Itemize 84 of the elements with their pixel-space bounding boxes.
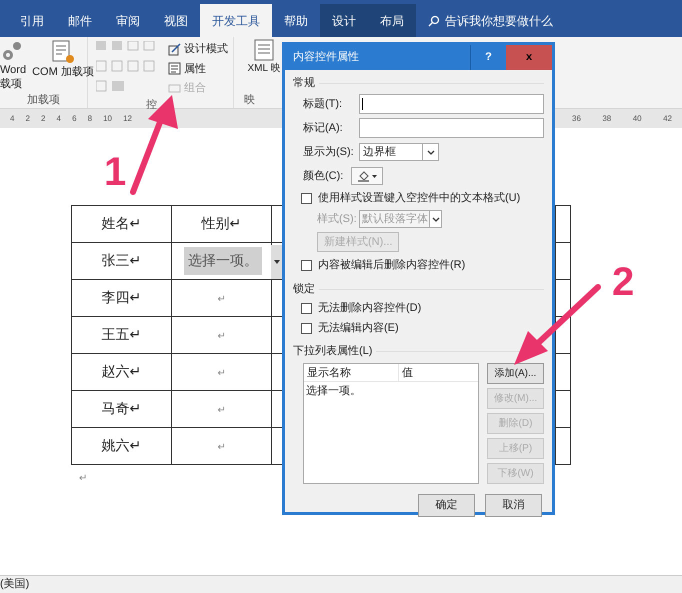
ribbon-tab[interactable]: 布局 [368, 4, 416, 37]
table-cell: 赵六↵ [72, 354, 172, 390]
dropdown-arrow-button[interactable] [271, 245, 282, 279]
checkbox[interactable] [301, 192, 312, 204]
language-status[interactable]: (美国) [0, 576, 30, 593]
ribbon-tab[interactable]: 设计 [320, 4, 368, 37]
table-cell: ↵ [218, 442, 226, 452]
ruler-number: 6 [72, 112, 77, 124]
table-cell: ↵ [218, 294, 226, 304]
list-action-button[interactable]: 添加(A)... [487, 363, 544, 384]
checkbox[interactable] [301, 322, 312, 334]
step-number: 2 [612, 262, 634, 302]
cancel-button[interactable]: 取消 [485, 494, 542, 517]
table-cell: 姚六↵ [72, 428, 172, 464]
properties-button[interactable]: 属性 [184, 60, 206, 77]
title-field[interactable] [359, 94, 544, 114]
ruler-number: 42 [663, 112, 672, 124]
dropdown-arrow-icon [372, 174, 376, 178]
field-label: 标记(A): [303, 120, 344, 136]
ok-button[interactable]: 确定 [418, 494, 475, 517]
ribbon-tab[interactable]: 审阅 [104, 4, 152, 37]
column-header: 显示名称 [304, 364, 399, 381]
word-addin-sublabel[interactable]: 载项 [0, 77, 22, 91]
ruler-number: 4 [10, 112, 14, 124]
table-cell: ↵ [218, 404, 226, 416]
section-heading: 下拉列表属性(L) [293, 344, 372, 359]
ruler-number: 8 [88, 112, 92, 124]
checkbox[interactable] [301, 302, 312, 314]
section-heading: 锁定 [293, 282, 315, 297]
checkbox-label: 使用样式设置键入空控件中的文本格式(U) [318, 190, 520, 206]
table-cell: 李四↵ [72, 280, 172, 316]
table-cell: 马奇↵ [72, 390, 172, 428]
ruler-number: 12 [123, 112, 132, 124]
table-cell: 王五↵ [72, 316, 172, 354]
table-cell: ↵ [218, 330, 226, 342]
table-cell: 性别↵ [202, 216, 242, 232]
ruler-number: 38 [602, 112, 612, 124]
ribbon-tab[interactable]: 视图 [152, 4, 200, 37]
ruler-number: 40 [632, 112, 642, 124]
dialog-title: 内容控件属性 [292, 50, 360, 66]
xml-mapping-button[interactable]: XML 映 [248, 61, 280, 76]
ruler-number: 2 [41, 112, 46, 124]
checkbox-label: 无法删除内容控件(D) [318, 300, 422, 316]
ribbon-tab[interactable]: 帮助 [272, 4, 320, 37]
group-label: 映 [243, 93, 256, 108]
search-icon [428, 14, 440, 26]
tag-field[interactable] [359, 118, 544, 138]
dropdown-arrow-icon [274, 260, 280, 264]
color-button[interactable] [351, 167, 383, 185]
paint-bucket-icon [358, 170, 368, 182]
field-label: 显示为(S): [303, 144, 355, 160]
properties-icon [168, 62, 181, 76]
list-item[interactable]: 选择一项。 [304, 382, 399, 400]
ruler-number: 2 [26, 112, 30, 124]
ruler-number: 10 [103, 112, 112, 124]
group-icon [168, 82, 181, 95]
table-cell: 姓名↵ [72, 206, 172, 242]
close-button[interactable]: x [506, 45, 552, 70]
field-label: 样式(S): [317, 212, 358, 227]
ribbon-tab[interactable]: 开发工具 [200, 4, 272, 37]
checkbox[interactable] [301, 260, 312, 270]
design-mode-button[interactable]: 设计模式 [184, 41, 228, 58]
tell-me-field[interactable]: 告诉我你想要做什么 [445, 12, 553, 30]
group-label: 加载项 [26, 93, 61, 108]
field-label: 标题(T): [303, 96, 344, 112]
design-mode-icon [168, 42, 181, 56]
column-header: 值 [401, 366, 413, 381]
content-control[interactable]: 选择一项。 [184, 247, 262, 275]
section-heading: 常规 [293, 76, 315, 91]
ruler-number: 36 [572, 112, 581, 124]
ribbon-tab[interactable]: 引用 [8, 4, 56, 37]
com-addin-button[interactable]: COM 加载项 [32, 65, 94, 79]
field-label: 颜色(C): [303, 168, 344, 184]
table-cell: ↵ [218, 368, 226, 378]
group-label: 控 [145, 98, 158, 112]
ribbon-tab[interactable]: 邮件 [56, 4, 104, 37]
table-cell: 张三↵ [72, 242, 172, 280]
word-addin-label[interactable]: Word [0, 63, 26, 77]
checkbox-label: 无法编辑内容(E) [318, 320, 399, 336]
checkbox-label: 内容被编辑后删除内容控件(R) [318, 258, 466, 273]
step-number: 1 [104, 152, 126, 192]
arrow-icon [130, 95, 178, 195]
ruler-number: 4 [56, 112, 61, 124]
paragraph-mark: ↵ [79, 473, 87, 484]
